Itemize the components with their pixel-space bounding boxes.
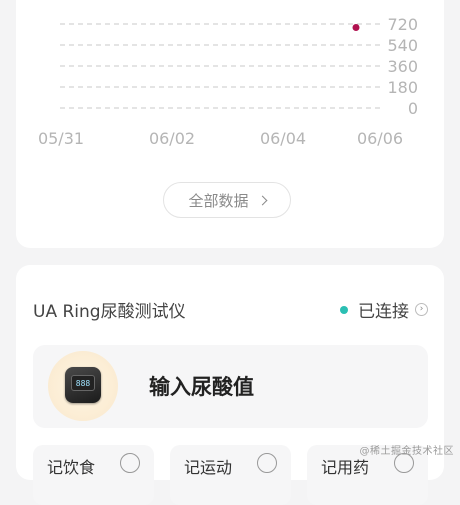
chevron-right-icon bbox=[257, 195, 267, 205]
x-tick-label: 06/02 bbox=[149, 129, 195, 148]
all-data-label: 全部数据 bbox=[188, 191, 249, 210]
plus-circle-icon bbox=[120, 453, 140, 473]
arrow-right-circle-icon: › bbox=[415, 303, 428, 316]
log-exercise-card[interactable]: 记运动 bbox=[170, 445, 291, 505]
y-tick-label: 360 bbox=[387, 57, 418, 76]
y-tick-label: 720 bbox=[387, 15, 418, 34]
input-uric-acid-label: 输入尿酸值 bbox=[149, 375, 254, 399]
x-tick-label: 06/04 bbox=[260, 129, 306, 148]
connection-status-label: 已连接 bbox=[358, 302, 409, 322]
watermark: @稀土掘金技术社区 bbox=[359, 446, 454, 457]
y-tick-label: 180 bbox=[387, 78, 418, 97]
status-dot-icon bbox=[340, 305, 348, 314]
trend-chart-card: 720 540 360 180 0 05/31 06/02 06/04 06/06 全部数据 bbox=[16, 0, 444, 248]
y-tick-label: 540 bbox=[387, 36, 418, 55]
x-tick-label: 06/06 bbox=[357, 129, 403, 148]
log-exercise-label: 记运动 bbox=[184, 458, 233, 477]
input-uric-acid-button[interactable]: 888 输入尿酸值 bbox=[33, 345, 428, 428]
log-medication-label: 记用药 bbox=[321, 458, 370, 477]
y-tick-label: 0 bbox=[408, 99, 418, 118]
uric-acid-meter-icon: 888 bbox=[65, 367, 101, 403]
plus-circle-icon bbox=[257, 453, 277, 473]
device-title: UA Ring尿酸测试仪 bbox=[33, 302, 186, 322]
device-screen: 888 bbox=[71, 375, 95, 391]
device-image-background: 888 bbox=[48, 351, 118, 421]
log-diet-card[interactable]: 记饮食 bbox=[33, 445, 154, 505]
connection-status[interactable]: 已连接 › bbox=[340, 297, 428, 322]
all-data-button[interactable]: 全部数据 bbox=[163, 182, 291, 218]
data-point[interactable] bbox=[352, 24, 360, 31]
x-tick-label: 05/31 bbox=[38, 129, 84, 148]
device-screen-text: 888 bbox=[75, 378, 91, 388]
log-diet-label: 记饮食 bbox=[47, 458, 96, 477]
